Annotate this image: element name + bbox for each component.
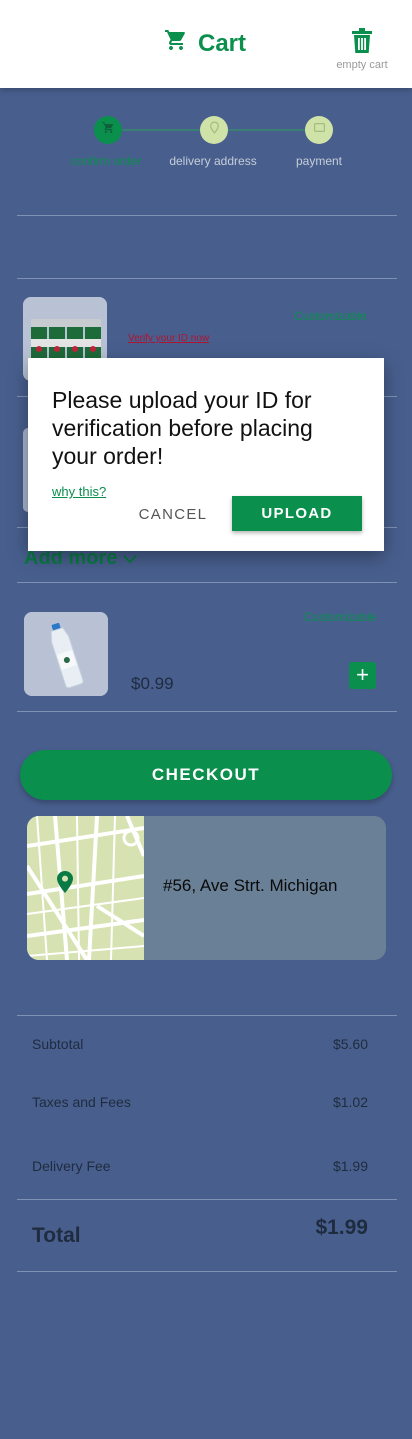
step-delivery-address[interactable] <box>200 116 228 144</box>
cancel-button[interactable]: CANCEL <box>138 500 208 528</box>
page-title-text: Cart <box>198 29 247 57</box>
address-text: #56, Ave Strt. Michigan <box>163 876 338 895</box>
subtotal-row: Subtotal $5.60 <box>32 1036 368 1052</box>
why-this-link[interactable]: why this? <box>52 484 106 499</box>
card-icon <box>313 121 326 139</box>
map-thumbnail <box>27 816 146 960</box>
checkout-button[interactable]: CHECKOUT <box>20 750 392 800</box>
taxes-value: $1.02 <box>332 1094 368 1110</box>
divider <box>17 1199 397 1200</box>
upload-button[interactable]: UPLOAD <box>232 496 362 531</box>
upload-id-dialog: Please upload your ID for verification b… <box>28 358 384 551</box>
taxes-label: Taxes and Fees <box>32 1094 131 1110</box>
page-title: Cart <box>164 28 246 59</box>
taxes-row: Taxes and Fees $1.02 <box>32 1094 368 1110</box>
trash-icon <box>332 28 392 54</box>
divider <box>17 582 397 583</box>
total-value: $1.99 <box>315 1216 368 1239</box>
cart-content: confirm order delivery address payment C… <box>0 88 412 1439</box>
delivery-fee-label: Delivery Fee <box>32 1158 111 1174</box>
delivery-fee-value: $1.99 <box>332 1158 368 1174</box>
item-price: $0.99 <box>131 674 174 693</box>
step-connector <box>122 129 200 131</box>
step-connector <box>228 129 305 131</box>
total-label: Total <box>32 1224 81 1247</box>
empty-cart-button[interactable]: empty cart <box>332 28 392 71</box>
cart-icon <box>102 121 115 139</box>
cart-icon <box>164 28 188 59</box>
delivery-address-card[interactable]: #56, Ave Strt. Michigan <box>27 816 386 960</box>
divider <box>17 1271 397 1272</box>
delivery-fee-row: Delivery Fee $1.99 <box>32 1158 368 1174</box>
divider <box>17 215 397 216</box>
step-confirm-order[interactable] <box>94 116 122 144</box>
subtotal-value: $5.60 <box>332 1036 368 1052</box>
checkout-stepper: confirm order delivery address payment <box>0 88 412 188</box>
step-label: confirm order <box>70 154 142 168</box>
location-pin-icon <box>208 121 221 139</box>
plus-icon: + <box>356 662 369 687</box>
divider <box>17 278 397 279</box>
divider <box>17 711 397 712</box>
customizable-label[interactable]: Customizable <box>304 610 377 624</box>
total-row: Total $1.99 <box>32 1216 368 1248</box>
customizable-label[interactable]: Customizable <box>294 309 367 323</box>
step-label: delivery address <box>169 154 257 168</box>
divider <box>17 1015 397 1016</box>
subtotal-label: Subtotal <box>32 1036 84 1052</box>
verify-id-link[interactable]: Verify your ID now <box>128 333 209 344</box>
empty-cart-label: empty cart <box>336 59 388 71</box>
dialog-message: Please upload your ID for verification b… <box>52 387 313 469</box>
step-label: payment <box>295 154 343 168</box>
map-pin-icon <box>57 871 73 898</box>
step-payment[interactable] <box>305 116 333 144</box>
increase-quantity-button[interactable]: + <box>349 662 376 689</box>
product-image-water <box>24 612 108 696</box>
app-header: Cart empty cart <box>0 0 412 88</box>
